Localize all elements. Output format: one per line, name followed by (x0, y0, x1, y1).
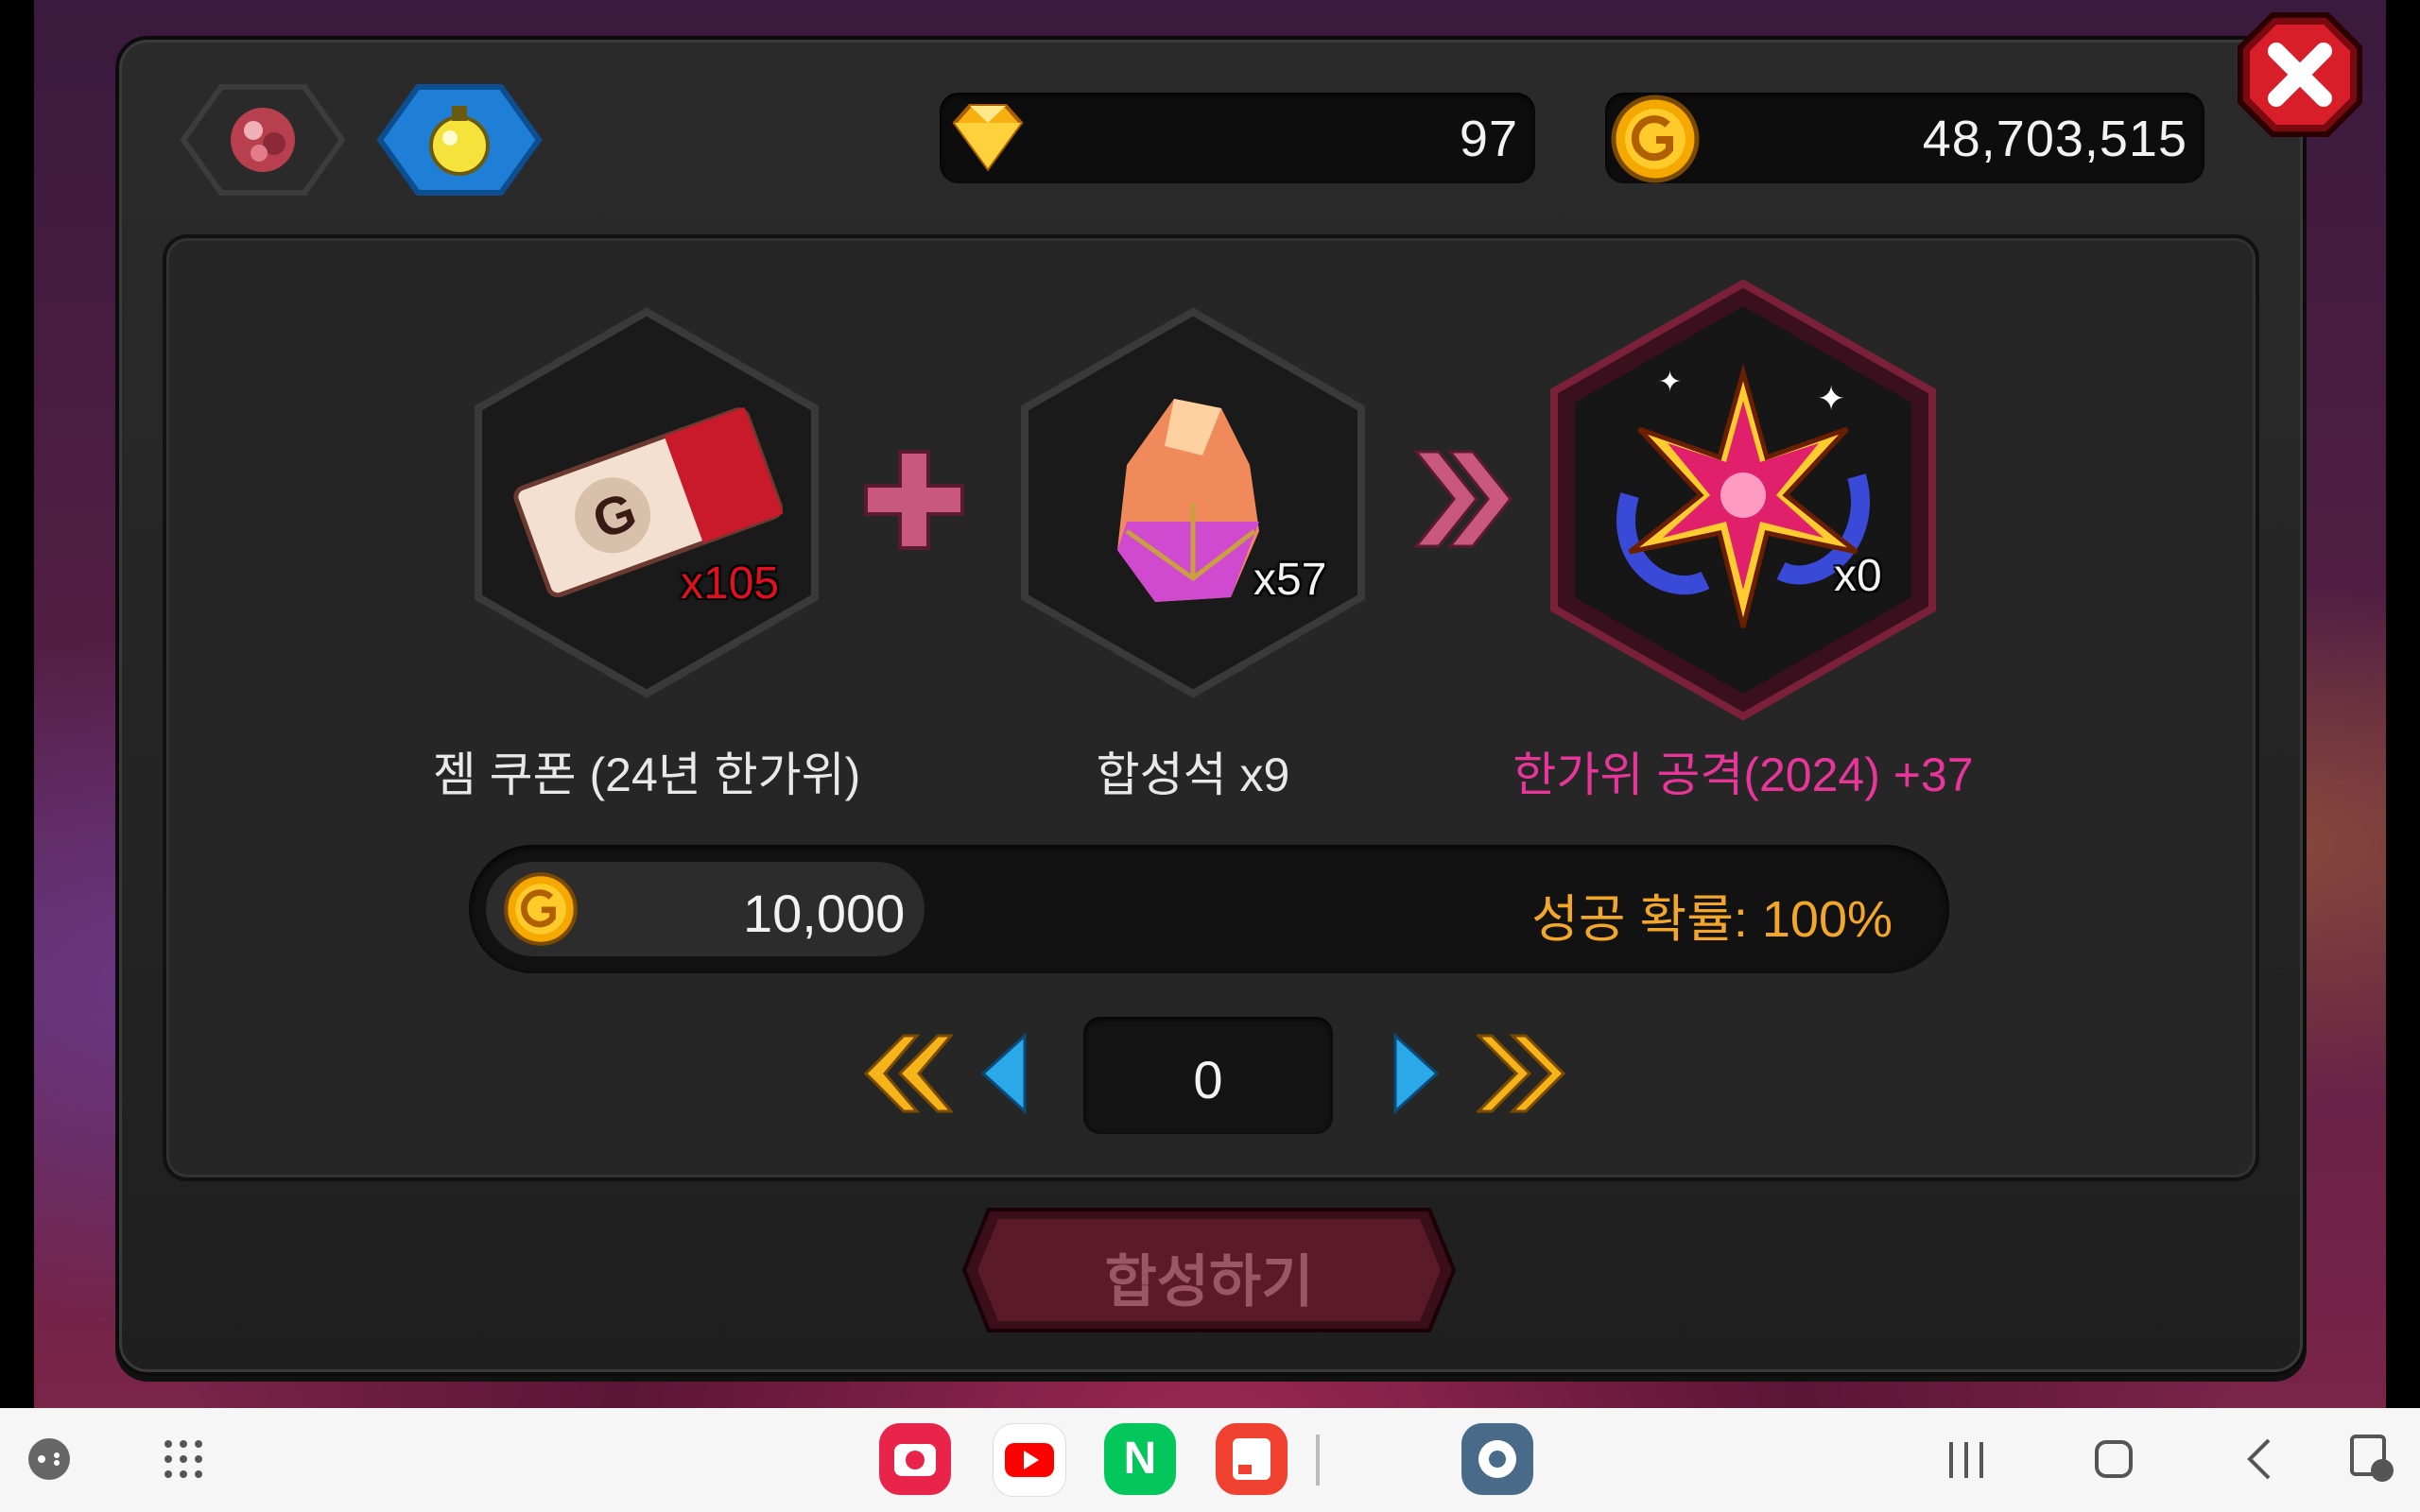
letterbox-right (2386, 0, 2420, 1408)
naver-app-icon[interactable]: N (1104, 1423, 1176, 1495)
increase-max-button[interactable] (1475, 1026, 1571, 1121)
settings-app-icon[interactable] (1461, 1423, 1533, 1495)
accessibility-icon[interactable] (2348, 1433, 2397, 1489)
increase-button[interactable] (1376, 1026, 1471, 1121)
back-button[interactable] (2242, 1436, 2276, 1486)
svg-text:✦: ✦ (1658, 366, 1682, 399)
result-slot[interactable]: ✦ ✦ x0 (1545, 278, 1942, 722)
gem-tab-icon (180, 84, 346, 196)
close-button[interactable] (2235, 9, 2365, 140)
cost-bar: 10,000 성공 확률: 100% (469, 845, 1949, 973)
home-button[interactable] (2093, 1436, 2135, 1486)
letterbox-left (0, 0, 34, 1408)
gold-cost: 10,000 (743, 884, 906, 943)
triangle-right-icon (1393, 1032, 1440, 1115)
close-icon (2238, 12, 2362, 137)
gold-coin-icon (1611, 94, 1700, 183)
double-chevron-left-icon (863, 1034, 955, 1113)
coupon-qty: x105 (681, 558, 780, 609)
gold-coin-icon (504, 872, 578, 946)
cost-pill: 10,000 (486, 862, 925, 956)
recent-apps-button[interactable] (1947, 1438, 1985, 1486)
decrease-button[interactable] (966, 1026, 1061, 1121)
gem-balance-bar: 97 (940, 93, 1535, 183)
double-chevron-right-yellow-icon (1475, 1034, 1566, 1113)
notes-app-icon[interactable] (1216, 1423, 1288, 1495)
tab-potion[interactable] (376, 83, 543, 197)
plus-icon (858, 444, 970, 556)
coupon-label: 젬 쿠폰 (24년 한가위) (432, 748, 861, 801)
result-label: 한가위 공격(2024) +37 (1512, 748, 1974, 801)
success-rate: 성공 확률: 100% (1531, 891, 1893, 948)
naver-letter: N (1123, 1434, 1157, 1484)
ingredient-slot-stone[interactable]: x57 (1013, 304, 1373, 701)
gold-balance-bar: 48,703,515 (1605, 93, 2204, 183)
chuseok-attack-gem-icon: ✦ ✦ (1616, 363, 1870, 628)
game-launcher-icon[interactable] (25, 1435, 74, 1487)
count-display[interactable]: 0 (1083, 1017, 1333, 1134)
potion-tab-icon (376, 84, 543, 196)
taskbar-divider (1316, 1435, 1320, 1486)
svg-text:✦: ✦ (1817, 380, 1845, 419)
camera-app-icon[interactable] (879, 1423, 951, 1495)
diamond-icon (952, 104, 1024, 172)
result-qty: x0 (1834, 551, 1882, 601)
tab-gem[interactable] (180, 83, 346, 197)
android-taskbar: N (0, 1408, 2420, 1512)
double-chevron-right-icon (1407, 442, 1520, 556)
ingredient-slot-coupon[interactable]: G x105 (467, 304, 826, 701)
app-drawer-icon[interactable] (161, 1436, 206, 1486)
triangle-left-icon (980, 1032, 1027, 1115)
gem-count: 97 (1459, 111, 1518, 167)
stone-qty: x57 (1253, 555, 1327, 605)
synthesize-label: 합성하기 (1104, 1250, 1314, 1314)
synthesize-button[interactable]: 합성하기 (960, 1206, 1458, 1334)
stone-label: 합성석 x9 (1096, 748, 1290, 801)
youtube-app-icon[interactable] (993, 1423, 1066, 1497)
count-value: 0 (1193, 1050, 1223, 1109)
decrease-max-button[interactable] (858, 1026, 955, 1121)
gold-count: 48,703,515 (1922, 111, 2187, 167)
